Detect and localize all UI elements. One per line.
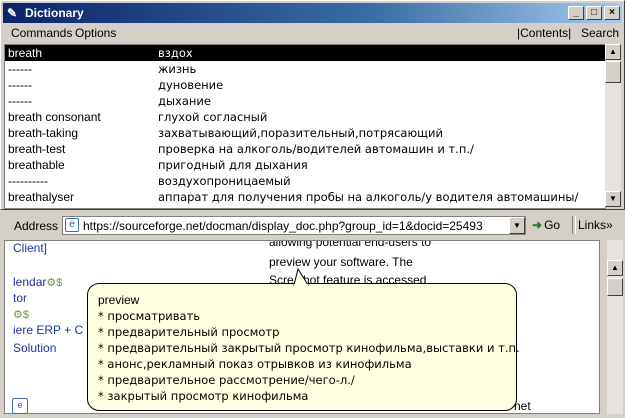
menu-contents[interactable]: |Contents| [517, 26, 571, 40]
window-title: Dictionary [25, 6, 84, 20]
list-item[interactable]: breath-test проверка на алкоголь/водителе… [5, 141, 605, 157]
content-link[interactable]: tor [13, 291, 27, 305]
content-text: preview your software. The [269, 255, 413, 269]
list-item-word: breath [8, 46, 43, 60]
links-label: Links [578, 218, 607, 232]
list-item[interactable]: breath вздох [5, 45, 605, 61]
word-list[interactable]: breath вздох ------ жизнь ------ дуновение ---… [4, 44, 606, 209]
content-link[interactable]: lendar⚙$ [13, 275, 62, 289]
content-link[interactable]: Solution [13, 341, 56, 355]
list-item[interactable]: ------ дуновение [5, 77, 605, 93]
page-icon: e [12, 398, 28, 414]
scroll-thumb[interactable] [605, 61, 621, 83]
scroll-up-icon[interactable]: ▲ [607, 260, 623, 276]
tooltip-line: * анонс,рекламный показ отрывков из кино… [98, 357, 412, 371]
minimize-button[interactable]: _ [568, 6, 584, 20]
list-item[interactable]: breath-taking захватывающий,поразительный… [5, 125, 605, 141]
scroll-thumb[interactable] [607, 278, 623, 296]
list-item[interactable]: ---------- воздухопроницаемый [5, 173, 605, 189]
list-item-word: breathalyser [8, 190, 75, 204]
chevron-down-icon[interactable]: ▼ [509, 217, 525, 234]
list-item[interactable]: breathable пригодный для дыхания [5, 157, 605, 173]
list-item-translation: жизнь [158, 62, 197, 76]
tooltip-pointer [293, 268, 309, 286]
scroll-down-icon[interactable]: ▼ [605, 191, 621, 207]
toolbar-separator [572, 216, 576, 234]
page-icon: e [65, 218, 79, 232]
address-input[interactable]: e https://sourceforge.net/docman/display… [62, 216, 526, 235]
list-item[interactable]: ------ дыхание [5, 93, 605, 109]
list-item-translation: вздох [158, 46, 193, 60]
list-item-translation: дыхание [158, 94, 211, 108]
content-link[interactable]: Client] [13, 241, 47, 255]
content-link[interactable]: iere ERP + C [13, 323, 83, 337]
tooltip-line: * предварительное рассмотрение/чего-л./ [98, 373, 355, 387]
gear-icon: ⚙$ [13, 309, 29, 321]
list-item-word: ------ [8, 62, 32, 76]
scroll-up-icon[interactable]: ▲ [605, 44, 621, 60]
list-item-word: breath-test [8, 142, 66, 156]
address-url: https://sourceforge.net/docman/display_d… [83, 219, 483, 233]
tooltip-line: * предварительный закрытый просмотр кино… [98, 341, 520, 355]
dictionary-window: ✎ Dictionary _ □ × Commands Options |Con… [0, 0, 625, 210]
app-icon: ✎ [7, 6, 18, 20]
list-item[interactable]: ------ жизнь [5, 61, 605, 77]
content-text: allowing potential end-users to [269, 240, 432, 249]
list-scrollbar[interactable]: ▲ ▼ [605, 44, 621, 207]
go-label: Go [544, 218, 561, 232]
address-label: Address [14, 219, 59, 233]
title-bar[interactable]: ✎ Dictionary _ □ × [3, 3, 622, 23]
list-item-word: ---------- [8, 174, 48, 188]
list-item[interactable]: breathalyser аппарат для получения пробы … [5, 189, 605, 205]
toolbar-overflow-chevron[interactable]: » [606, 218, 613, 232]
browser-scrollbar[interactable]: ▲ [607, 240, 623, 414]
list-item-word: ------ [8, 78, 32, 92]
list-item-translation: аппарат для получения пробы на алкоголь/… [158, 190, 579, 204]
status-bar: e net [2, 396, 622, 416]
list-item[interactable]: breath consonant глухой согласный [5, 109, 605, 125]
tooltip-headword: preview [98, 293, 140, 307]
list-item-translation: захватывающий,поразительный,потрясающий [158, 126, 443, 140]
menu-options[interactable]: Options [75, 26, 116, 40]
gear-icon: ⚙$ [46, 277, 63, 289]
address-bar: Address e https://sourceforge.net/docman… [2, 214, 623, 238]
links-button[interactable]: Links [572, 216, 607, 234]
list-item-translation: глухой согласный [158, 110, 268, 124]
list-item-word: breathable [8, 158, 65, 172]
list-item-translation: проверка на алкоголь/водителей автомашин… [158, 142, 474, 156]
tooltip-line: * просматривать [98, 309, 201, 323]
list-item-word: breath-taking [8, 126, 79, 140]
list-item-word: breath consonant [8, 110, 101, 124]
list-item-translation: пригодный для дыхания [158, 158, 308, 172]
list-item-word: ------ [8, 94, 32, 108]
menu-bar: Commands Options |Contents| Search [3, 24, 622, 42]
go-arrow-icon: ➜ [532, 218, 543, 232]
tooltip-line: * предварительный просмотр [98, 325, 280, 339]
menu-commands[interactable]: Commands [11, 26, 72, 40]
list-item-translation: воздухопроницаемый [158, 174, 291, 188]
maximize-button[interactable]: □ [586, 6, 602, 20]
content-link[interactable]: ⚙$ [13, 307, 29, 321]
content-link-text: lendar [13, 275, 47, 289]
status-text: net [514, 399, 531, 413]
go-button[interactable]: ➜ Go [532, 218, 560, 232]
menu-search[interactable]: Search [581, 26, 619, 40]
list-item-translation: дуновение [158, 78, 224, 92]
close-button[interactable]: × [604, 6, 620, 20]
translation-tooltip: preview * просматривать * предварительны… [87, 283, 520, 411]
